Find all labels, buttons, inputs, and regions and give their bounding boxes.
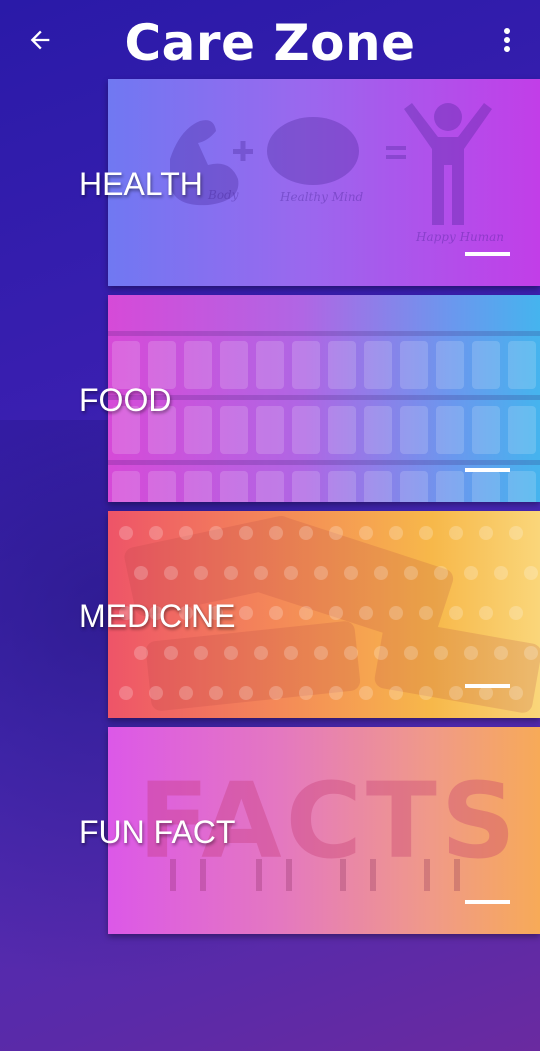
card-indicator	[465, 684, 510, 688]
art-text-body: Body	[207, 188, 239, 202]
page-title: Care Zone	[124, 14, 416, 72]
app-bar: Care Zone	[0, 0, 540, 80]
card-label-fun-fact: FUN FACT	[79, 814, 236, 850]
art-text-healthy-mind: Healthy Mind	[279, 190, 364, 204]
overflow-menu-button[interactable]	[490, 22, 524, 58]
art-text-happy-human: Happy Human	[415, 230, 504, 244]
card-food[interactable]	[108, 295, 540, 502]
card-indicator	[465, 900, 510, 904]
happy-person-icon	[404, 103, 492, 225]
more-vert-icon	[504, 28, 510, 52]
card-label-food: FOOD	[79, 382, 172, 418]
brain-icon	[267, 117, 359, 185]
equals-icon	[386, 146, 406, 150]
card-label-medicine: MEDICINE	[79, 598, 236, 634]
card-label-health: HEALTH	[79, 166, 203, 202]
card-indicator	[465, 252, 510, 256]
card-indicator	[465, 468, 510, 472]
